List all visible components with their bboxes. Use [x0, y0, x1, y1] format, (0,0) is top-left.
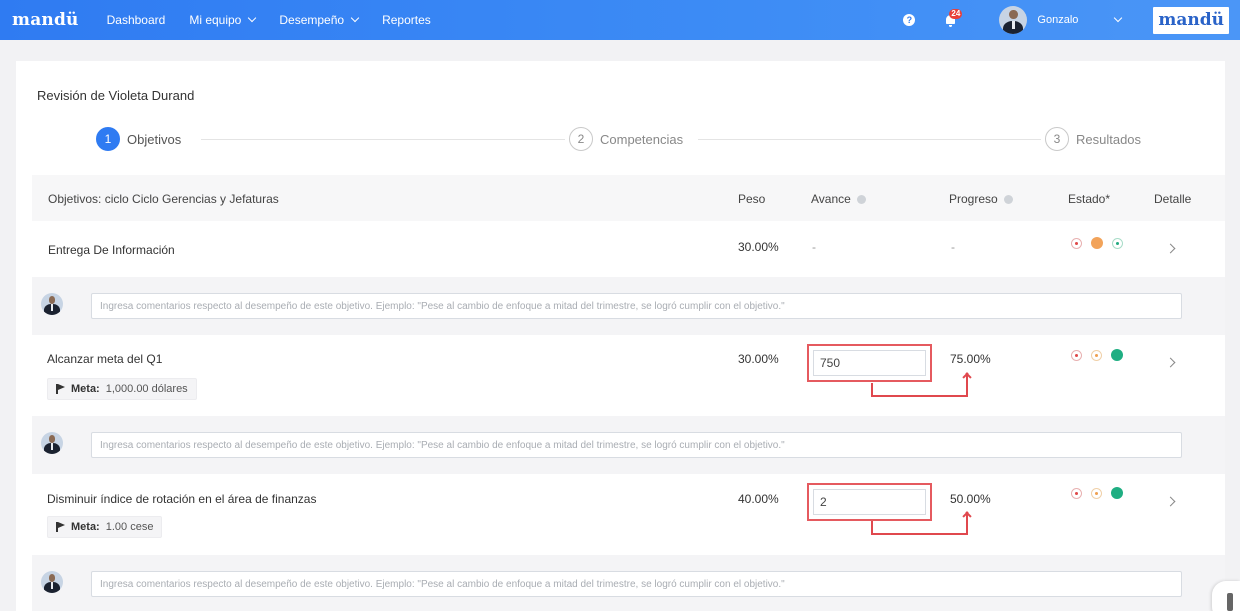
stepper: 1 Objetivos 2 Competencias 3 Resultados [16, 127, 1225, 155]
step-resultados[interactable]: 3 Resultados [1041, 127, 1148, 151]
objective-peso: 40.00% [738, 492, 779, 506]
nav-dashboard[interactable]: Dashboard [107, 13, 166, 27]
nav-mi-equipo[interactable]: Mi equipo [189, 13, 257, 27]
nav-reportes-label: Reportes [382, 13, 431, 27]
nav-mi-equipo-label: Mi equipo [189, 13, 242, 27]
step-label: Resultados [1076, 131, 1142, 147]
avatar[interactable] [999, 6, 1028, 34]
comment-row [32, 416, 1225, 474]
status-green-option[interactable] [1111, 487, 1123, 499]
objective-peso: 30.00% [738, 240, 779, 254]
chevron-right-icon[interactable] [1165, 357, 1176, 368]
objective-name: Entrega De Información [48, 243, 175, 257]
step-objetivos[interactable]: 1 Objetivos [92, 127, 188, 151]
comment-input[interactable] [91, 432, 1182, 458]
status-green-option[interactable] [1112, 237, 1123, 249]
page-title: Revisión de Violeta Durand [37, 88, 195, 103]
header-peso: Peso [738, 192, 766, 206]
estado-selector [1071, 237, 1123, 249]
avance-highlight [807, 483, 932, 521]
objective-progreso: 50.00% [950, 492, 991, 506]
status-orange-option[interactable] [1091, 487, 1102, 499]
avance-input[interactable] [813, 350, 926, 376]
comment-row [32, 555, 1225, 611]
nav-desempeno-label: Desempeño [279, 13, 345, 27]
status-red-option[interactable] [1071, 237, 1082, 249]
objective-avance: - [812, 240, 816, 254]
status-orange-option[interactable] [1091, 237, 1103, 249]
objective-progreso: - [951, 240, 955, 254]
status-orange-option[interactable] [1091, 349, 1102, 361]
avatar [41, 571, 63, 593]
brand-logo-right: mandü [1153, 6, 1229, 34]
scroll-handle[interactable] [1212, 581, 1240, 611]
nav-dashboard-label: Dashboard [106, 13, 166, 27]
meta-badge: Meta: 1.00 cese [47, 516, 163, 538]
avance-highlight [807, 344, 932, 382]
notifications-button[interactable]: 24 [945, 9, 963, 28]
header-detalle: Detalle [1154, 192, 1192, 206]
meta-label: Meta: [71, 521, 100, 533]
chevron-right-icon[interactable] [1165, 243, 1176, 254]
comment-row [32, 277, 1225, 335]
estado-selector [1071, 487, 1123, 499]
chevron-down-icon [248, 13, 257, 23]
table-header: Objetivos: ciclo Ciclo Gerencias y Jefat… [32, 175, 1225, 221]
top-navbar: mandü Dashboard Mi equipo Desempeño Repo… [0, 0, 1240, 40]
info-icon[interactable] [856, 195, 866, 204]
step-number: 1 [96, 127, 120, 151]
objective-progreso: 75.00% [950, 352, 991, 366]
avance-input[interactable] [813, 489, 926, 515]
avatar [41, 432, 63, 454]
user-menu-chevron-icon[interactable] [1114, 13, 1123, 23]
step-competencias[interactable]: 2 Competencias [565, 127, 690, 151]
header-avance: Avance [811, 192, 866, 206]
brand-logo[interactable]: mandü [12, 10, 79, 30]
header-objective: Objetivos: ciclo Ciclo Gerencias y Jefat… [48, 192, 279, 206]
review-card: Revisión de Violeta Durand 1 Objetivos 2… [16, 61, 1225, 611]
step-label: Objetivos [127, 131, 182, 147]
step-label: Competencias [600, 131, 684, 147]
comment-input[interactable] [91, 293, 1182, 319]
meta-badge: Meta: 1,000.00 dólares [47, 378, 197, 400]
header-estado: Estado* [1068, 192, 1111, 206]
meta-label: Meta: [71, 383, 100, 395]
header-avance-label: Avance [811, 192, 851, 206]
chevron-right-icon[interactable] [1165, 496, 1176, 507]
estado-selector [1071, 349, 1123, 361]
chevron-down-icon [350, 13, 360, 23]
header-progreso: Progreso [949, 192, 1013, 206]
nav-desempeno[interactable]: Desempeño [279, 13, 360, 27]
step-connector [201, 139, 569, 140]
info-icon[interactable] [1003, 195, 1013, 204]
meta-value: 1,000.00 dólares [105, 383, 188, 395]
comment-input[interactable] [91, 571, 1182, 597]
status-green-option[interactable] [1111, 349, 1123, 361]
status-red-option[interactable] [1071, 349, 1082, 361]
notification-badge: 24 [949, 9, 963, 19]
objective-peso: 30.00% [738, 352, 779, 366]
nav-reportes[interactable]: Reportes [382, 13, 431, 27]
step-number: 2 [569, 127, 593, 151]
header-progreso-label: Progreso [949, 192, 998, 206]
meta-value: 1.00 cese [105, 521, 154, 533]
flag-icon [56, 522, 65, 532]
flag-icon [56, 384, 65, 394]
help-icon[interactable]: ? [903, 14, 916, 26]
step-number: 3 [1045, 127, 1069, 151]
step-connector [698, 139, 1043, 140]
status-red-option[interactable] [1071, 487, 1082, 499]
avatar [41, 293, 63, 315]
objective-name: Alcanzar meta del Q1 [47, 352, 163, 366]
objective-name: Disminuir índice de rotación en el área … [47, 492, 317, 506]
user-name[interactable]: Gonzalo [1037, 14, 1078, 26]
